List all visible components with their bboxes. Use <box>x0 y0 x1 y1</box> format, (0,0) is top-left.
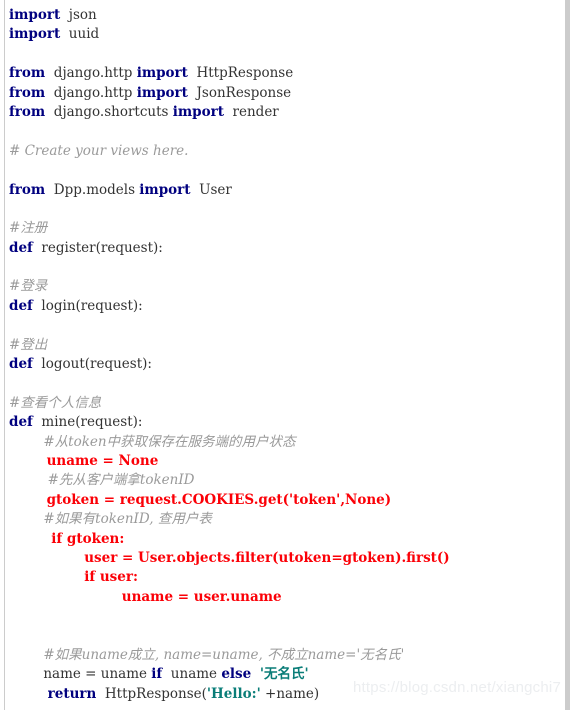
code-screenshot: import json import uuid from django.http … <box>0 0 575 710</box>
code-token: def <box>9 356 33 373</box>
code-line: #查看个人信息 <box>9 394 565 413</box>
code-token: #登出 <box>9 336 48 353</box>
code-line: #登出 <box>9 336 565 355</box>
code-token: from <box>9 103 46 120</box>
code-token: django.http <box>45 65 137 82</box>
code-token: uuid <box>60 26 100 43</box>
code-line: from Dpp.models import User <box>9 181 565 200</box>
code-token: login(request): <box>32 297 143 314</box>
blog-watermark: https://blog.csdn.net/xiangchi7 <box>353 679 561 696</box>
code-token: user = User.objects.filter(utoken=gtoken… <box>9 549 450 566</box>
python-source-code[interactable]: import json import uuid from django.http … <box>9 6 565 704</box>
code-line: def mine(request): <box>9 413 565 432</box>
code-token: HttpResponse <box>187 65 294 82</box>
code-token: return <box>47 685 97 702</box>
code-line: # Create your views here. <box>9 142 565 161</box>
code-token: from <box>9 181 46 198</box>
code-token: uname <box>162 666 222 683</box>
code-token: uname = user.uname <box>9 588 282 605</box>
code-token: import <box>136 65 188 82</box>
code-token: django.shortcuts <box>45 103 173 120</box>
code-token: '无名氏' <box>259 666 309 683</box>
code-token: +name) <box>260 685 320 702</box>
code-frame-right-padding <box>570 0 575 710</box>
code-line: #如果uname成立, name=uname, 不成立name='无名氏' <box>9 646 565 665</box>
code-token: logout(request): <box>32 356 152 373</box>
code-line: from django.shortcuts import render <box>9 103 565 122</box>
code-line: import json <box>9 6 565 25</box>
code-line: import uuid <box>9 25 565 44</box>
code-listing-area[interactable]: import json import uuid from django.http … <box>5 0 565 710</box>
code-line: #如果有tokenID, 查用户表 <box>9 510 565 529</box>
code-line: if user: <box>9 568 565 587</box>
code-token: json <box>60 7 97 23</box>
code-line: uname = user.uname <box>9 588 565 607</box>
code-token: User <box>190 181 232 198</box>
code-token: #先从客户端拿tokenID <box>9 472 195 489</box>
code-token: JsonResponse <box>187 84 292 101</box>
code-token: #查看个人信息 <box>9 394 102 411</box>
code-token: else <box>221 666 252 683</box>
code-token: if gtoken: <box>9 530 125 547</box>
code-token: #从token中获取保存在服务端的用户状态 <box>9 433 296 450</box>
code-token: import <box>9 7 61 23</box>
code-token: django.http <box>45 84 137 101</box>
code-token: uname = None <box>9 452 159 469</box>
code-line: from django.http import HttpResponse <box>9 64 565 83</box>
code-token: mine(request): <box>32 414 143 431</box>
code-token: import <box>9 26 61 43</box>
code-line: def logout(request): <box>9 355 565 374</box>
code-token: from <box>9 84 46 101</box>
code-token: # Create your views here. <box>9 142 189 159</box>
code-token: #注册 <box>9 220 48 237</box>
code-line: if gtoken: <box>9 530 565 549</box>
code-token: def <box>9 239 33 256</box>
code-line: #登录 <box>9 277 565 296</box>
code-line: #注册 <box>9 219 565 238</box>
code-token: import <box>136 84 188 101</box>
code-line: def register(request): <box>9 239 565 258</box>
code-token: def <box>9 414 33 431</box>
code-token: if user: <box>9 569 138 586</box>
code-line: user = User.objects.filter(utoken=gtoken… <box>9 549 565 568</box>
code-token: if <box>151 666 163 683</box>
code-line: #先从客户端拿tokenID <box>9 471 565 490</box>
code-token: #登录 <box>9 278 48 295</box>
code-line: from django.http import JsonResponse <box>9 84 565 103</box>
code-line: def login(request): <box>9 297 565 316</box>
code-line: #从token中获取保存在服务端的用户状态 <box>9 433 565 452</box>
code-token: HttpResponse( <box>96 685 207 702</box>
code-token: gtoken = request.COOKIES.get('token',Non… <box>9 491 392 508</box>
code-token: import <box>139 181 191 198</box>
code-token: 'Hello:' <box>206 685 261 702</box>
code-token: import <box>172 103 224 120</box>
code-token: render <box>223 103 279 120</box>
code-token: #如果uname成立, name=uname, 不成立name='无名氏' <box>9 646 405 663</box>
code-token: def <box>9 297 33 314</box>
code-line: uname = None <box>9 452 565 471</box>
code-token: name = uname <box>9 666 152 683</box>
code-token: register(request): <box>32 239 163 256</box>
code-token: Dpp.models <box>45 181 140 198</box>
code-token: from <box>9 65 46 82</box>
code-line: gtoken = request.COOKIES.get('token',Non… <box>9 491 565 510</box>
code-token: #如果有tokenID, 查用户表 <box>9 511 212 528</box>
